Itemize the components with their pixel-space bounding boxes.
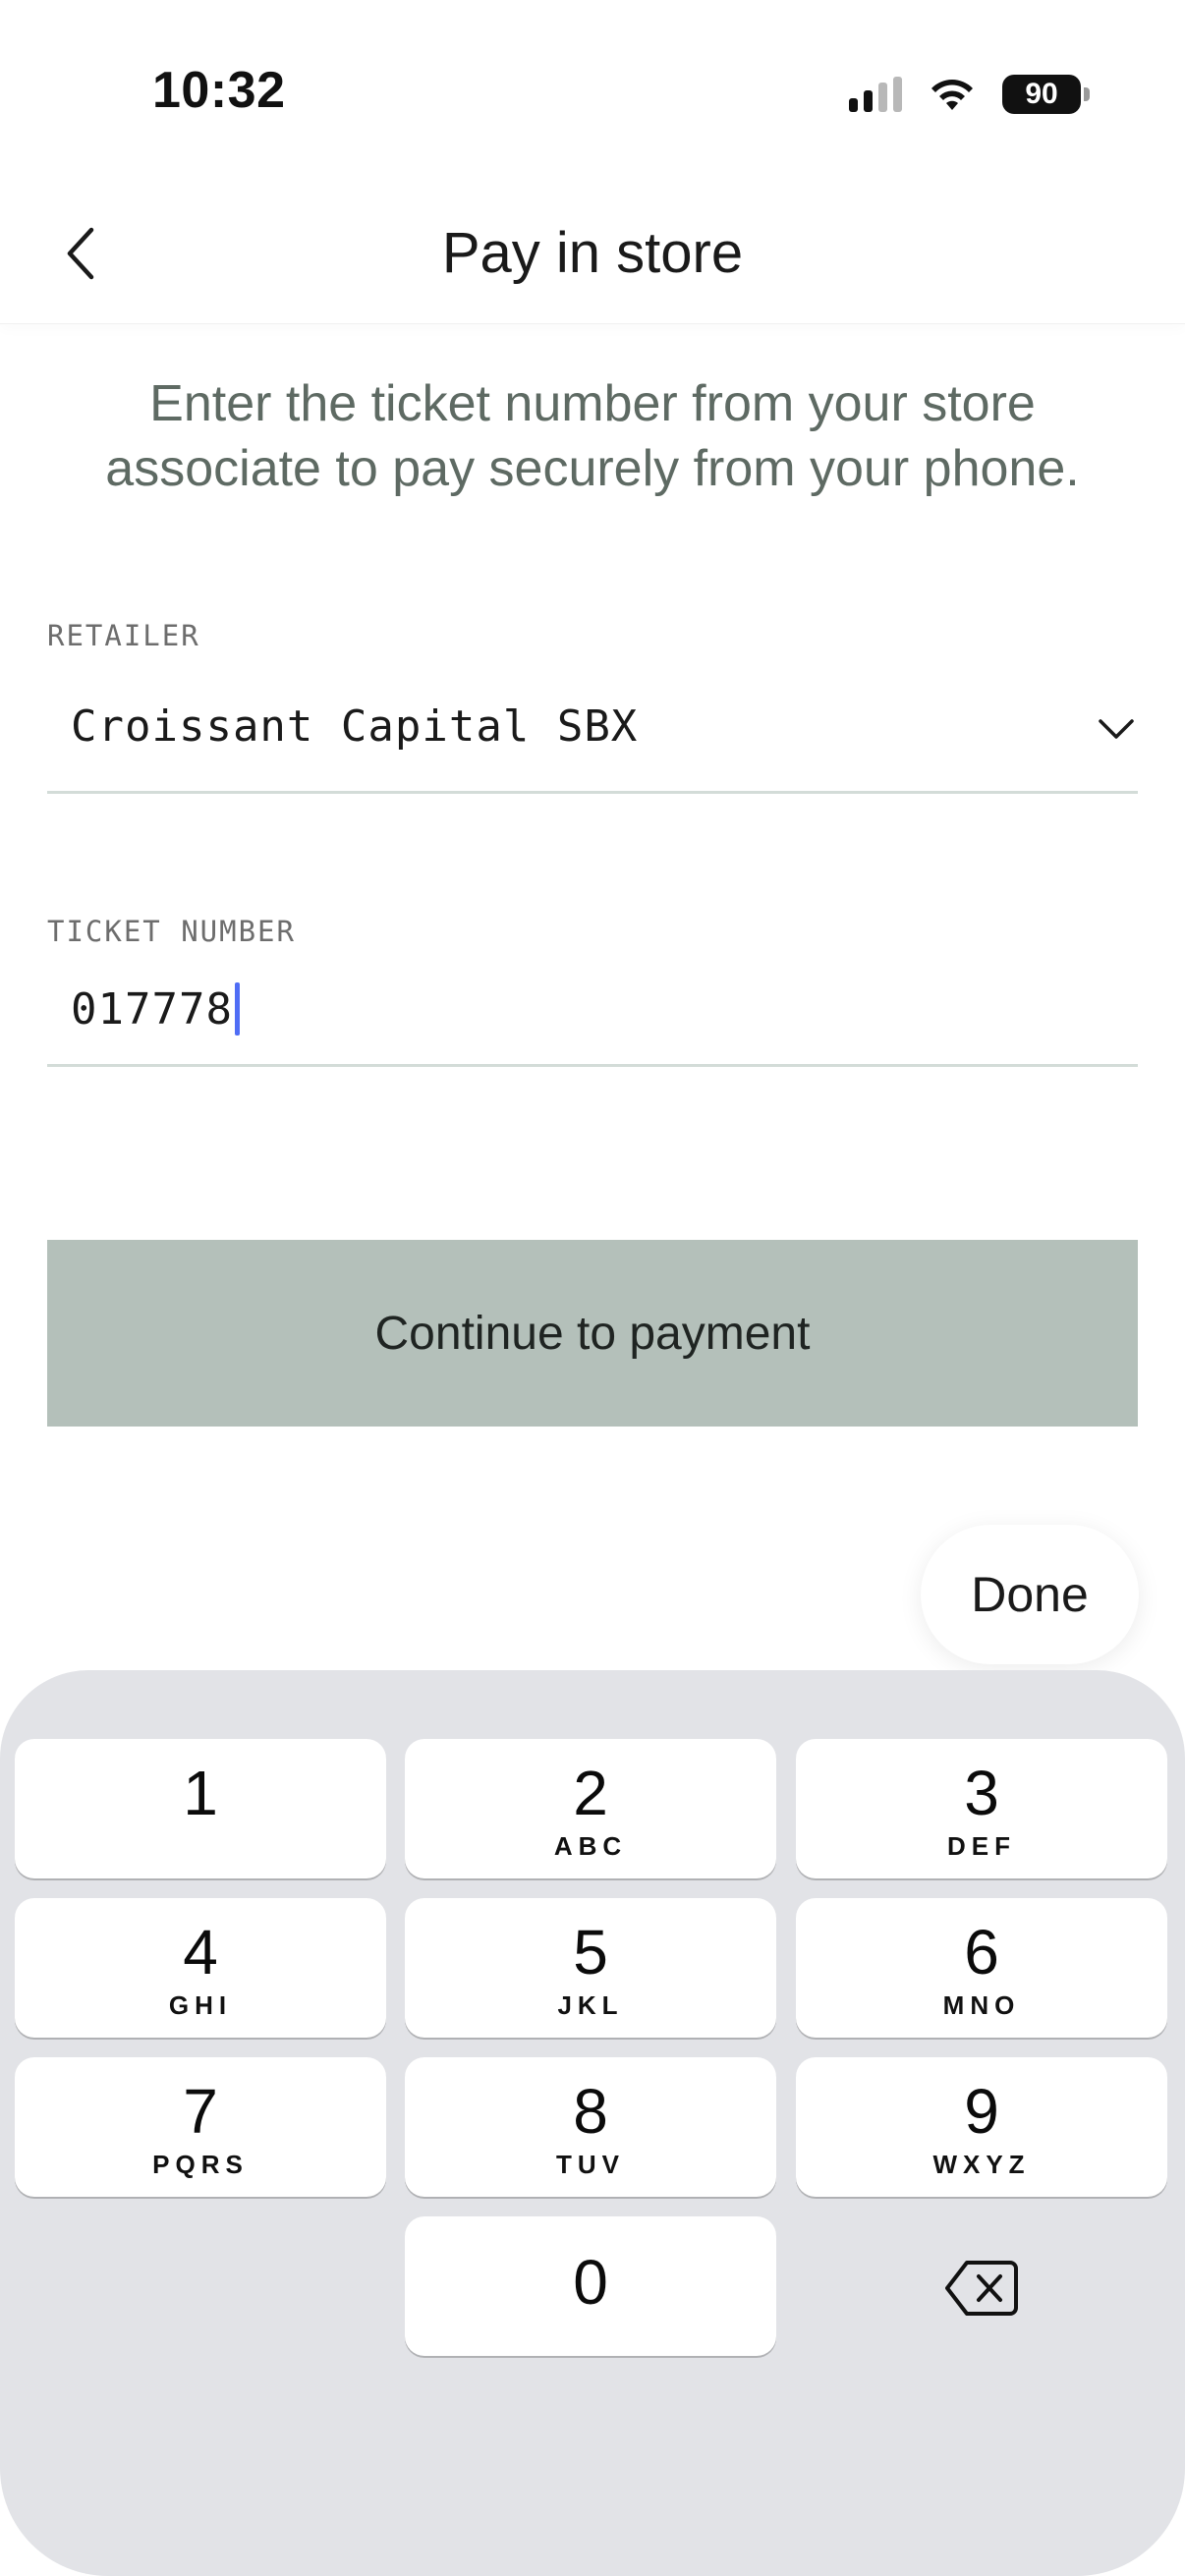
retailer-value: Croissant Capital SBX	[71, 701, 639, 752]
key-7[interactable]: 7 PQRS	[15, 2057, 386, 2197]
key-3[interactable]: 3 DEF	[796, 1739, 1167, 1878]
chevron-down-icon	[1099, 719, 1134, 739]
continue-to-payment-button[interactable]: Continue to payment	[47, 1240, 1138, 1427]
page-title: Pay in store	[441, 221, 744, 285]
nav-bar: Pay in store	[0, 177, 1185, 324]
ticket-number-value: 017778	[71, 982, 240, 1036]
key-0[interactable]: 0	[405, 2216, 776, 2356]
delete-key[interactable]	[796, 2218, 1167, 2358]
wifi-icon	[931, 80, 973, 110]
status-indicators: 90	[849, 73, 1090, 116]
retailer-select[interactable]: Croissant Capital SBX	[47, 678, 1138, 794]
key-5[interactable]: 5 JKL	[405, 1898, 776, 2038]
intro-text: Enter the ticket number from your store …	[105, 375, 1080, 497]
ticket-number-input[interactable]: 017778	[47, 973, 1138, 1067]
done-button[interactable]: Done	[921, 1525, 1139, 1664]
delete-icon	[945, 2261, 1018, 2316]
status-time: 10:32	[152, 62, 286, 119]
battery-level: 90	[1025, 78, 1058, 110]
text-caret	[234, 982, 240, 1036]
key-1[interactable]: 1	[15, 1739, 386, 1878]
numeric-keypad: 1 2 ABC 3 DEF 4 GHI 5 JKL 6 MNO 7 PQRS 8…	[0, 1670, 1185, 2576]
key-2[interactable]: 2 ABC	[405, 1739, 776, 1878]
cellular-signal-icon	[849, 77, 902, 112]
key-9[interactable]: 9 WXYZ	[796, 2057, 1167, 2197]
retailer-label: RETAILER	[47, 619, 200, 652]
ticket-number-label: TICKET NUMBER	[47, 915, 296, 948]
battery-icon: 90	[1002, 75, 1090, 114]
key-8[interactable]: 8 TUV	[405, 2057, 776, 2197]
key-6[interactable]: 6 MNO	[796, 1898, 1167, 2038]
key-4[interactable]: 4 GHI	[15, 1898, 386, 2038]
